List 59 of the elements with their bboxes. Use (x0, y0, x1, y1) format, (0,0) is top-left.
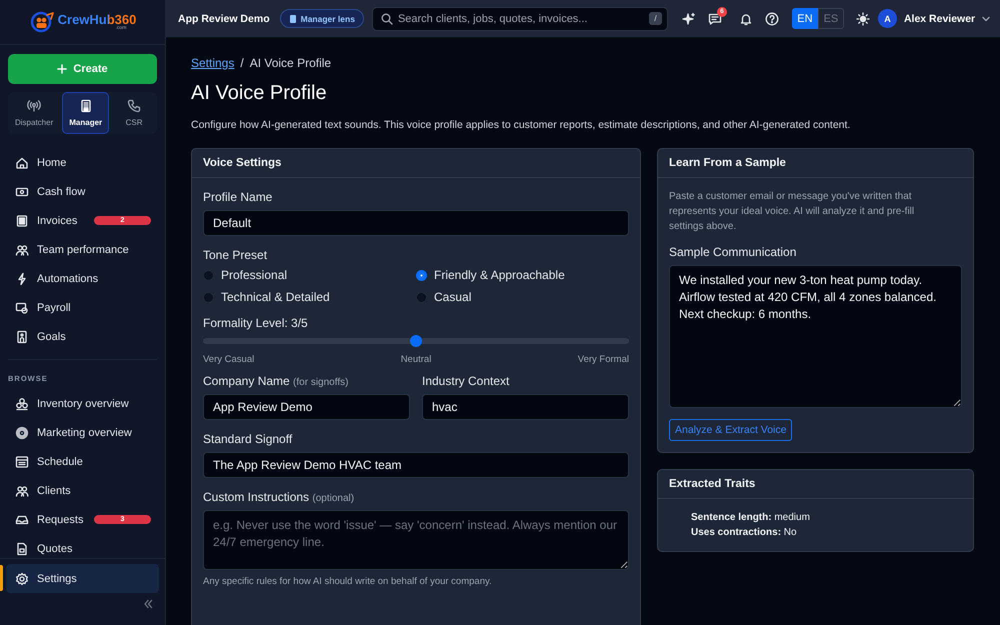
breadcrumb-current: AI Voice Profile (250, 56, 332, 70)
field-label: Formality Level: 3/5 (203, 316, 309, 330)
radio-option[interactable]: Professional (203, 268, 416, 282)
radio-label: Friendly & Approachable (434, 268, 565, 282)
company-name-field[interactable]: App Review Demo (203, 394, 410, 420)
scale-label: Very Formal (578, 354, 629, 365)
field-label: Profile Name (203, 190, 274, 204)
field-label: Industry Context (422, 374, 510, 388)
radio-option[interactable]: Casual (416, 290, 629, 304)
radio-option[interactable]: Friendly & Approachable (416, 268, 629, 282)
user-avatar[interactable]: A (878, 9, 897, 28)
field-label: Tone Preset (203, 248, 268, 262)
page-title: AI Voice Profile (191, 82, 328, 105)
scale-label: Neutral (400, 354, 432, 365)
sidebar-item[interactable]: Clients (0, 476, 165, 505)
analyze-button[interactable]: Analyze & Extract Voice (669, 419, 792, 441)
sidebar-item[interactable]: Settings (6, 564, 159, 593)
industry-field[interactable]: hvac (422, 394, 629, 420)
profile-name-field[interactable]: Default (203, 210, 629, 236)
card-title: Extracted Traits (669, 478, 756, 490)
sidebar-item[interactable]: Schedule (0, 447, 165, 476)
sidebar-item[interactable]: Team performance (0, 235, 165, 264)
instructions-field[interactable]: e.g. Never use the word 'issue' — say 'concern' instead. Always mention our 24/7 emergency line. (203, 510, 629, 570)
role-tab[interactable]: CSR (111, 92, 157, 134)
field-label: Sample Communication (669, 245, 798, 259)
sidebar-item[interactable]: Home (0, 148, 165, 177)
user-name[interactable]: Alex Reviewer (904, 12, 976, 24)
radio-label: Technical & Detailed (221, 290, 330, 304)
breadcrumb-separator: / (240, 56, 244, 70)
radio-label: Professional (221, 268, 288, 282)
field-label: Company Name (for signoffs) (203, 374, 350, 388)
radio-label: Casual (434, 290, 472, 304)
sidebar-item[interactable]: Automations (0, 264, 165, 293)
sample-field[interactable]: We installed your new 3-ton heat pump today. Airflow tested at 420 CFM, all 4 zones balanced. Next checkup: 6 months. (669, 265, 962, 408)
signoff-field[interactable]: The App Review Demo HVAC team (203, 452, 629, 478)
logo-text: CrewHub360 (58, 13, 136, 26)
sidebar-item[interactable]: Marketing overview (0, 418, 165, 447)
sidebar-item[interactable]: Quotes (0, 534, 165, 558)
card-description: Paste a customer email or message you've written that represents your ideal voice. AI will analyze it and pre-fill settings above. (669, 190, 916, 234)
trait-text: Sentence length: medium (691, 511, 811, 525)
role-tab[interactable]: Dispatcher (8, 92, 60, 134)
help-text: Any specific rules for how AI should write on behalf of your company. (203, 576, 493, 587)
lens-badge[interactable]: Manager lens (280, 9, 364, 28)
sidebar-item[interactable]: Cash flow (0, 177, 165, 206)
breadcrumb-link[interactable]: Settings (191, 56, 234, 70)
page-description: Configure how AI-generated text sounds. This voice profile applies to customer reports, estimate descriptions, and other AI-generated content. (191, 119, 852, 131)
sidebar-item[interactable]: Inventory overview (0, 389, 165, 418)
role-tab[interactable]: Manager (62, 92, 110, 134)
sidebar-item[interactable]: Payroll (0, 293, 165, 322)
trait-text: Uses contractions: No (691, 526, 798, 540)
radio-option[interactable]: Technical & Detailed (203, 290, 416, 304)
card-title: Voice Settings (203, 157, 282, 169)
card-title: Learn From a Sample (669, 157, 786, 169)
scale-label: Very Casual (203, 354, 254, 365)
language-toggle[interactable]: EN (792, 8, 818, 29)
field-label: Standard Signoff (203, 432, 294, 446)
field-label: Custom Instructions (optional) (203, 490, 356, 504)
sidebar-item[interactable]: Goals (0, 322, 165, 351)
organization-name: App Review Demo (178, 12, 270, 24)
